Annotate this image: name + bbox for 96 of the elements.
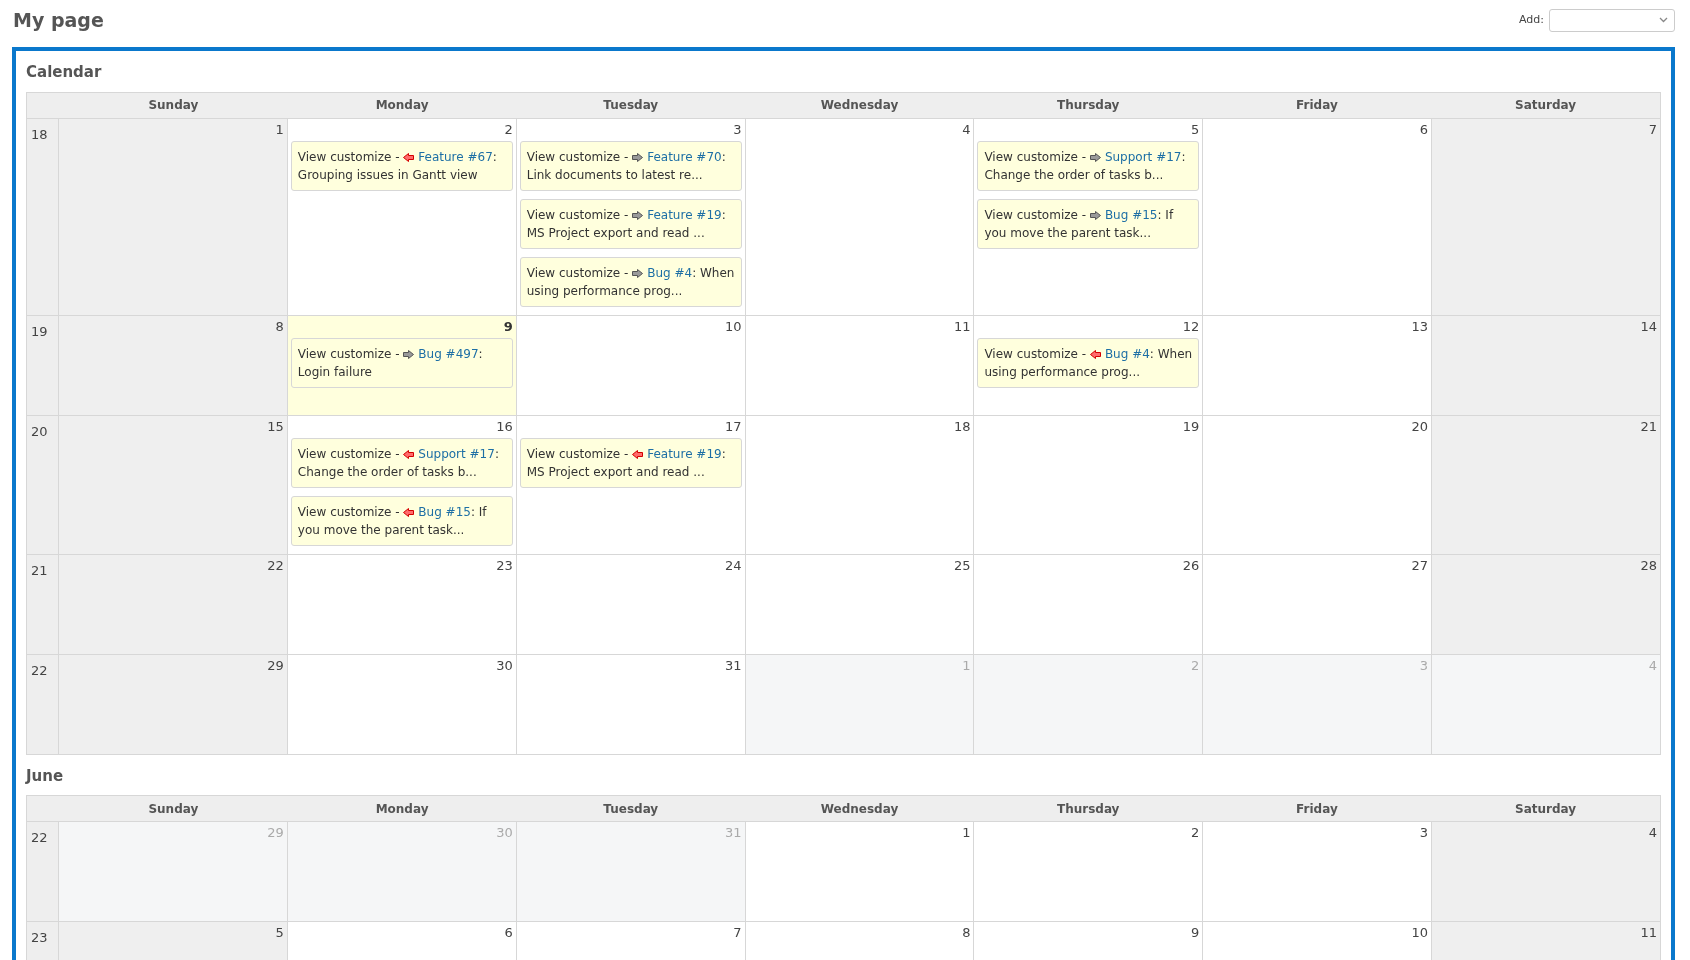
day-number: 10	[1411, 925, 1429, 941]
day-number: 5	[1191, 121, 1200, 138]
weekday-header: Saturday	[1515, 800, 1577, 818]
day-number: 27	[1411, 557, 1429, 574]
issue-text: View customize - Support #17: Change the order of tasks b...	[984, 149, 1186, 182]
add-label: Add:	[1519, 11, 1544, 28]
week-number: 18	[31, 126, 48, 142]
chevron-down-icon	[1659, 17, 1668, 23]
week-number: 22	[31, 830, 48, 845]
day-number: 3	[1419, 825, 1429, 841]
section-title: June	[26, 765, 65, 787]
issue-text: View customize - Feature #67: Grouping issues in Gantt view	[297, 149, 497, 182]
issue-link[interactable]: Feature #19	[647, 446, 722, 461]
day-number: 31	[725, 825, 742, 841]
weekday-header: Tuesday	[603, 800, 659, 818]
day-number: 31	[725, 657, 742, 674]
day-number: 14	[1640, 318, 1657, 335]
issue-link[interactable]: Feature #70	[647, 149, 722, 164]
issue-text: View customize - Bug #4: When using performance prog...	[526, 265, 735, 298]
day-number: 24	[725, 557, 742, 574]
day-number: 16	[496, 418, 513, 435]
week-number: 21	[31, 562, 48, 578]
day-number: 29	[267, 657, 284, 674]
weekday-header: Tuesday	[603, 97, 659, 114]
issue-link[interactable]: Feature #19	[647, 207, 722, 222]
day-number: 2	[1191, 825, 1200, 841]
day-number: 11	[1640, 925, 1657, 941]
issue-link[interactable]: Support #17	[1104, 149, 1182, 164]
day-number: 26	[1182, 557, 1200, 574]
weekday-header: Sunday	[148, 97, 199, 114]
section-title: Calendar	[26, 62, 103, 83]
issue-link[interactable]: Bug #15	[418, 504, 471, 519]
day-number: 30	[496, 657, 513, 674]
issue-text: View customize - Feature #19: MS Project export and read ...	[526, 446, 726, 479]
day-number: 23	[496, 557, 513, 574]
day-number: 6	[504, 925, 513, 941]
day-number: 3	[733, 121, 742, 138]
day-number: 19	[1182, 418, 1200, 435]
day-number: 3	[1419, 657, 1429, 674]
issue-text: View customize - Bug #497: Login failure	[297, 346, 483, 379]
day-number: 9	[1191, 925, 1200, 941]
weekday-header: Friday	[1296, 800, 1338, 818]
weekday-header: Wednesday	[820, 97, 899, 114]
issue-text: View customize - Bug #15: If you move the parent task...	[984, 207, 1174, 240]
day-number: 28	[1640, 557, 1657, 574]
day-number: 17	[725, 418, 742, 435]
day-number: 2	[1191, 657, 1200, 674]
add-select[interactable]	[1549, 8, 1675, 32]
day-number: 10	[725, 318, 742, 335]
day-number: 7	[1648, 121, 1657, 138]
issue-link[interactable]: Feature #67	[418, 149, 493, 164]
day-number: 8	[275, 318, 284, 335]
day-number: 8	[962, 925, 971, 941]
issue-text: View customize - Bug #4: When using performance prog...	[984, 346, 1193, 379]
weekday-header: Thursday	[1056, 800, 1120, 818]
weekday-header: Wednesday	[820, 800, 899, 818]
day-number: 1	[275, 121, 284, 138]
day-number: 30	[496, 825, 513, 841]
day-number: 4	[962, 121, 971, 138]
issue-text: View customize - Feature #70: Link documents to latest re...	[526, 149, 726, 182]
day-number: 21	[1640, 418, 1657, 435]
issue-text: View customize - Support #17: Change the order of tasks b...	[297, 446, 499, 479]
week-number: 23	[31, 930, 48, 945]
day-number: 29	[267, 825, 284, 841]
day-number: 1	[962, 657, 971, 674]
weekday-header: Sunday	[148, 800, 199, 818]
day-number: 4	[1648, 657, 1657, 674]
day-number: 13	[1411, 318, 1429, 335]
weekday-header: Friday	[1296, 97, 1338, 114]
issue-link[interactable]: Bug #497	[418, 346, 479, 361]
day-number: 12	[1182, 318, 1200, 335]
day-number: 1	[962, 825, 971, 841]
day-number: 22	[267, 557, 284, 574]
week-number: 19	[31, 323, 48, 339]
weekday-header: Monday	[375, 97, 429, 114]
day-number: 20	[1411, 418, 1429, 435]
issue-link[interactable]: Support #17	[418, 446, 495, 461]
page-title: My page	[13, 7, 104, 33]
weekday-header: Thursday	[1056, 97, 1120, 114]
day-number: 25	[953, 557, 971, 574]
day-number: 5	[275, 925, 284, 941]
week-number: 22	[31, 662, 48, 678]
day-number: 11	[953, 318, 971, 335]
day-number: 4	[1648, 825, 1657, 841]
issue-text: View customize - Bug #15: If you move the parent task...	[297, 504, 487, 537]
weekday-header: Saturday	[1515, 97, 1577, 114]
issue-text: View customize - Feature #19: MS Project export and read ...	[526, 207, 726, 240]
weekday-header: Monday	[375, 800, 429, 818]
day-number: 2	[504, 121, 513, 138]
day-number: 18	[953, 418, 971, 435]
day-number: 7	[733, 925, 742, 941]
day-number: 15	[267, 418, 284, 435]
day-number: 9	[503, 318, 513, 335]
week-number: 20	[31, 423, 48, 439]
issue-link[interactable]: Bug #4	[1104, 346, 1150, 361]
day-number: 6	[1419, 121, 1429, 138]
